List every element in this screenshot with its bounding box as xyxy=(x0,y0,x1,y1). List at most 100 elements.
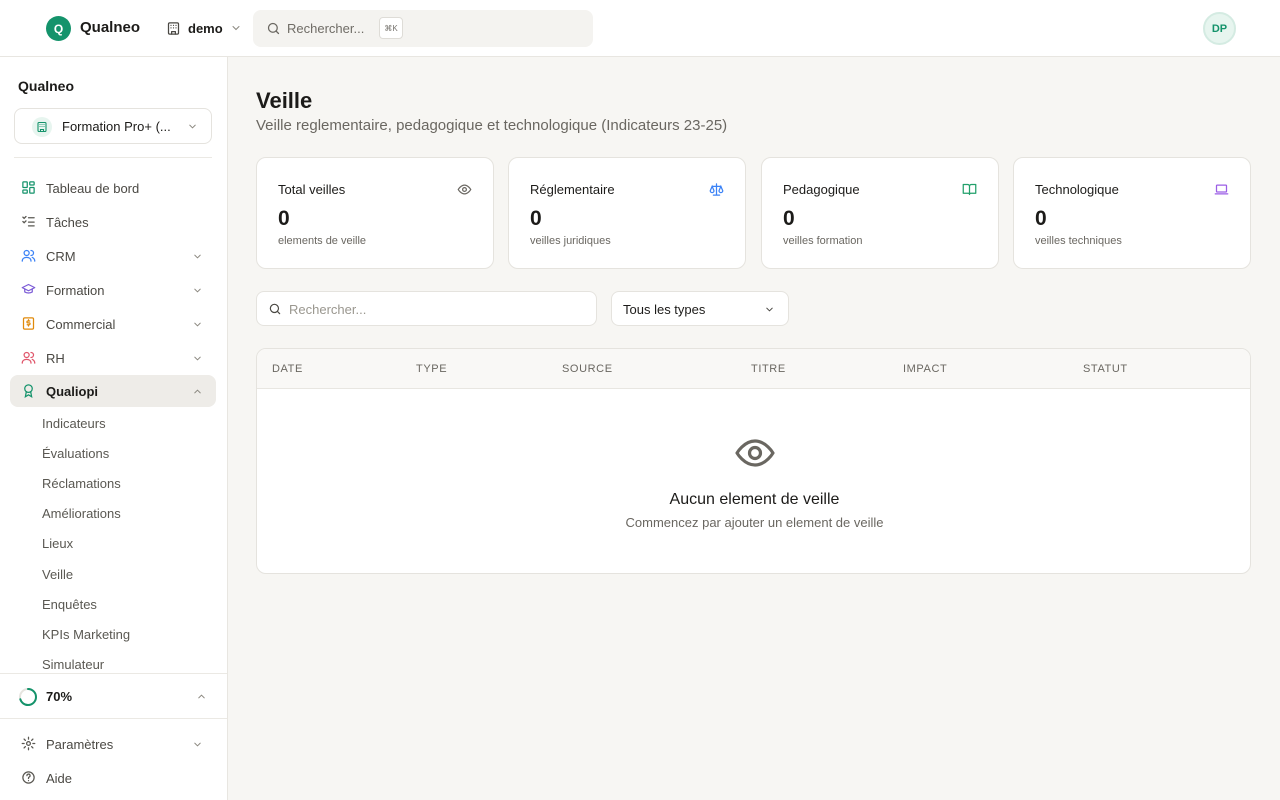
users-icon xyxy=(21,248,36,263)
column-header-titre[interactable]: TITRE xyxy=(751,363,786,375)
stat-card-technologique: Technologique 0 veilles techniques xyxy=(1013,157,1251,269)
sidebar-subitem-ameliorations[interactable]: Améliorations xyxy=(42,506,121,521)
sidebar: Qualneo Formation Pro+ (... Tableau de b… xyxy=(0,57,228,800)
sidebar-divider xyxy=(0,673,227,674)
checklist-icon xyxy=(21,214,36,229)
sidebar-item-label: Tableau de bord xyxy=(46,181,140,196)
sidebar-item-label: Qualiopi xyxy=(46,384,98,399)
chevron-down-icon xyxy=(192,285,203,296)
workspace-switcher[interactable]: demo xyxy=(166,18,242,38)
grid-icon xyxy=(21,180,36,195)
chevron-up-icon xyxy=(196,691,207,702)
sidebar-item-rh[interactable]: RH xyxy=(10,342,216,374)
search-icon xyxy=(268,302,282,316)
organization-selector[interactable]: Formation Pro+ (... xyxy=(14,108,212,144)
sidebar-subitem-lieux[interactable]: Lieux xyxy=(42,536,73,551)
stat-card-title: Pedagogique xyxy=(783,182,860,197)
gear-icon xyxy=(21,736,36,751)
sidebar-item-parametres[interactable]: Paramètres xyxy=(10,728,216,760)
graduation-cap-icon xyxy=(21,282,36,297)
chevron-up-icon xyxy=(192,386,203,397)
scale-icon xyxy=(709,182,724,197)
veille-table: DATE TYPE SOURCE TITRE IMPACT STATUT Auc… xyxy=(256,348,1251,574)
stat-card-description: veilles formation xyxy=(783,235,863,247)
stat-card-total: Total veilles 0 elements de veille xyxy=(256,157,494,269)
book-icon xyxy=(962,182,977,197)
column-header-source[interactable]: SOURCE xyxy=(562,363,613,375)
onboarding-progress[interactable]: 70% xyxy=(18,686,214,708)
chevron-down-icon xyxy=(187,121,198,132)
eye-icon xyxy=(734,436,776,470)
global-search-placeholder: Rechercher... xyxy=(287,21,365,36)
sidebar-item-crm[interactable]: CRM xyxy=(10,240,216,272)
dollar-icon xyxy=(21,316,36,331)
stat-card-value: 0 xyxy=(530,207,542,230)
column-header-statut[interactable]: STATUT xyxy=(1083,363,1128,375)
search-icon xyxy=(266,21,281,36)
chevron-down-icon xyxy=(192,353,203,364)
sidebar-title: Qualneo xyxy=(18,78,75,94)
sidebar-item-label: CRM xyxy=(46,249,76,264)
progress-value: 70% xyxy=(46,689,73,704)
stat-card-title: Technologique xyxy=(1035,182,1119,197)
chevron-down-icon xyxy=(192,251,203,262)
sidebar-item-label: Formation xyxy=(46,283,105,298)
sidebar-subitem-veille[interactable]: Veille xyxy=(42,567,73,582)
workspace-name: demo xyxy=(188,20,223,36)
user-avatar[interactable]: DP xyxy=(1203,12,1236,45)
sidebar-subitem-indicateurs[interactable]: Indicateurs xyxy=(42,416,106,431)
chevron-down-icon xyxy=(192,319,203,330)
app-logo[interactable]: Q xyxy=(46,16,71,41)
sidebar-item-tableau-de-bord[interactable]: Tableau de bord xyxy=(10,172,216,204)
global-search[interactable]: Rechercher... ⌘K xyxy=(253,10,593,47)
top-bar: Q Qualneo demo Rechercher... ⌘K DP xyxy=(0,0,1280,57)
sidebar-divider xyxy=(0,718,227,719)
stat-card-reglementaire: Réglementaire 0 veilles juridiques xyxy=(508,157,746,269)
page-subtitle: Veille reglementaire, pedagogique et tec… xyxy=(256,117,728,134)
stat-card-title: Réglementaire xyxy=(530,182,615,197)
sidebar-item-label: Commercial xyxy=(46,317,116,332)
app-brand[interactable]: Qualneo xyxy=(80,19,140,36)
type-filter-select[interactable]: Tous les types xyxy=(611,291,789,326)
sidebar-item-formation[interactable]: Formation xyxy=(10,274,216,306)
chevron-down-icon xyxy=(192,739,203,750)
building-icon xyxy=(32,117,52,137)
people-icon xyxy=(21,350,36,365)
column-header-date[interactable]: DATE xyxy=(272,363,303,375)
sidebar-item-label: Tâches xyxy=(46,215,89,230)
empty-state-subtitle: Commencez par ajouter un element de veil… xyxy=(625,515,884,530)
building-icon xyxy=(166,21,181,36)
sidebar-subitem-evaluations[interactable]: Évaluations xyxy=(42,446,109,461)
empty-state-title: Aucun element de veille xyxy=(669,491,840,508)
laptop-icon xyxy=(1214,182,1229,197)
sidebar-item-aide[interactable]: Aide xyxy=(10,762,216,794)
table-header: DATE TYPE SOURCE TITRE IMPACT STATUT xyxy=(257,349,1250,389)
organization-name: Formation Pro+ (... xyxy=(62,119,171,134)
stat-card-description: elements de veille xyxy=(278,235,367,247)
sidebar-item-label: Aide xyxy=(46,771,73,786)
sidebar-item-label: RH xyxy=(46,351,65,366)
sidebar-subitem-simulateur[interactable]: Simulateur xyxy=(42,657,104,672)
eye-icon xyxy=(457,182,472,197)
stat-card-value: 0 xyxy=(783,207,795,230)
stat-card-value: 0 xyxy=(1035,207,1047,230)
stat-card-title: Total veilles xyxy=(278,182,346,197)
sidebar-subitem-kpis-marketing[interactable]: KPIs Marketing xyxy=(42,627,130,642)
help-icon xyxy=(21,770,36,785)
shortcut-badge: ⌘K xyxy=(379,17,403,39)
sidebar-item-qualiopi[interactable]: Qualiopi xyxy=(10,375,216,407)
column-header-type[interactable]: TYPE xyxy=(416,363,447,375)
sidebar-subitem-enquetes[interactable]: Enquêtes xyxy=(42,597,97,612)
veille-search-input[interactable]: Rechercher... xyxy=(256,291,597,326)
stat-card-pedagogique: Pedagogique 0 veilles formation xyxy=(761,157,999,269)
stat-card-description: veilles juridiques xyxy=(530,235,611,247)
sidebar-item-commercial[interactable]: Commercial xyxy=(10,308,216,340)
page-title: Veille xyxy=(256,88,313,113)
column-header-impact[interactable]: IMPACT xyxy=(903,363,947,375)
sidebar-item-label: Paramètres xyxy=(46,737,114,752)
sidebar-divider xyxy=(14,157,212,158)
progress-ring xyxy=(18,687,38,707)
sidebar-item-taches[interactable]: Tâches xyxy=(10,206,216,238)
sidebar-subitem-reclamations[interactable]: Réclamations xyxy=(42,476,121,491)
chevron-down-icon xyxy=(764,304,775,315)
